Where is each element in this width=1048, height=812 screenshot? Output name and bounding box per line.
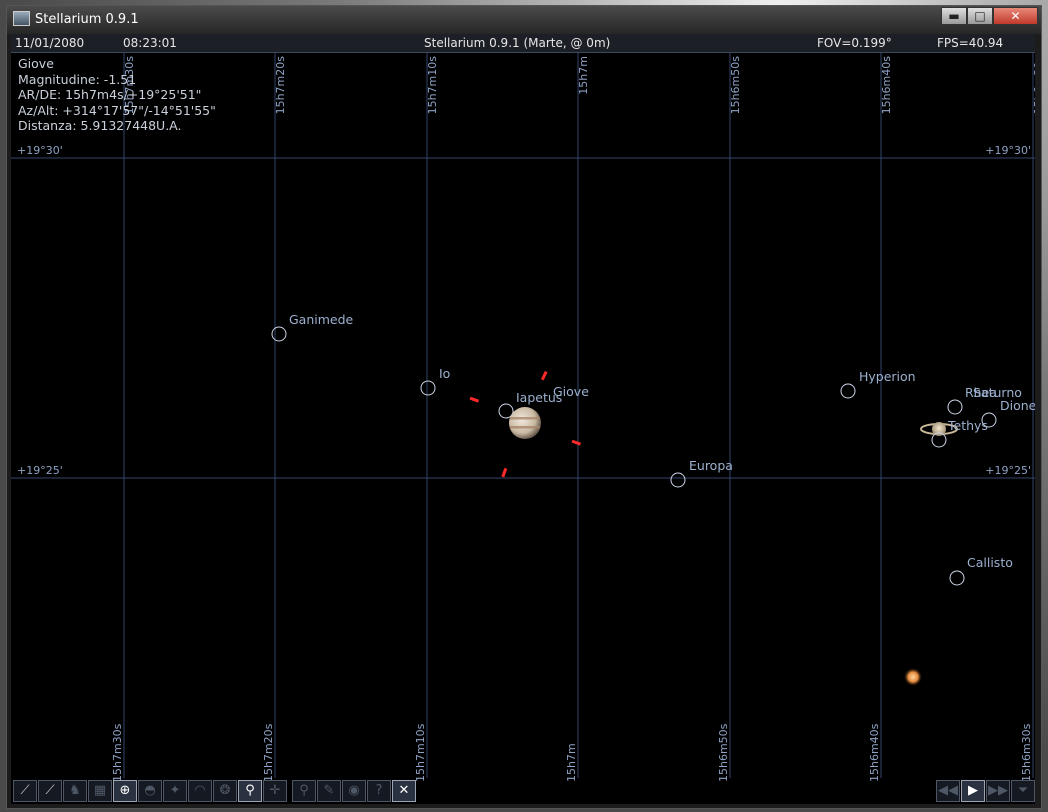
- status-bar: 11/01/2080 08:23:01 Stellarium 0.9.1 (Ma…: [11, 34, 1035, 53]
- object-info-panel: Giove Magnitudine: -1.51 AR/DE: 15h7m4s/…: [18, 56, 216, 134]
- azimuthal-grid-icon[interactable]: ⊕: [113, 780, 137, 802]
- stellarium-window: Stellarium 0.9.1 ▬ □ ✕ 15h7m30s 15h7m30s 1…: [6, 5, 1042, 809]
- hyperion-label: Hyperion: [859, 369, 916, 384]
- giove-label: Giove: [553, 384, 589, 399]
- help-icon[interactable]: ?: [367, 780, 391, 802]
- ra-grid-label: 15h6m40s: [880, 56, 893, 115]
- minimize-button[interactable]: ▬: [941, 7, 967, 25]
- cardinal-points-icon[interactable]: ✦: [163, 780, 187, 802]
- atmosphere-icon[interactable]: ◠: [188, 780, 212, 802]
- title-bar[interactable]: Stellarium 0.9.1 ▬ □ ✕: [7, 6, 1041, 34]
- ganimede-label: Ganimede: [289, 312, 354, 327]
- search-icon[interactable]: ⚲: [292, 780, 316, 802]
- ra-grid-label: 15h6m50s: [717, 723, 730, 782]
- bottom-toolbar: ⟋ ⟋ ♞ ▦ ⊕ ◓ ✦ ◠ ❂ ⚲ ✛ ⚲ ✎ ◉? ✕ ◀◀ ▶ ▶▶ ⏷: [11, 778, 1035, 804]
- constellation-names-icon[interactable]: ⟋: [38, 780, 62, 802]
- configuration-icon[interactable]: ✎: [317, 780, 341, 802]
- dec-grid-label: +19°30': [985, 144, 1031, 157]
- status-location: Stellarium 0.9.1 (Marte, @ 0m): [424, 36, 611, 50]
- constellation-art-icon[interactable]: ♞: [63, 780, 87, 802]
- sky-canvas[interactable]: 15h7m30s15h7m30s15h7m20s15h7m20s15h7m10s…: [11, 34, 1035, 804]
- equatorial-grid-icon[interactable]: ▦: [88, 780, 112, 802]
- hyperion-marker[interactable]: [840, 383, 856, 399]
- object-distance: Distanza: 5.91327448U.A.: [18, 118, 182, 133]
- equatorial-mount-icon[interactable]: ⚲: [238, 780, 262, 802]
- object-magnitude: Magnitudine: -1.51: [18, 71, 137, 87]
- ra-grid-label: 15h7m10s: [426, 56, 439, 115]
- constellation-lines-icon[interactable]: ⟋: [13, 780, 37, 802]
- ra-grid-label: 15h6m50s: [729, 56, 742, 115]
- stellarium-app-icon: [13, 11, 30, 26]
- ra-grid-label: 15h7m20s: [262, 723, 275, 782]
- status-fov: FOV=0.199°: [817, 36, 892, 50]
- europa-marker[interactable]: [670, 472, 686, 488]
- object-ra-dec: AR/DE: 15h7m4s/+19°25'51": [18, 87, 202, 102]
- jupiter-planet[interactable]: [509, 407, 541, 439]
- ground-icon[interactable]: ◓: [138, 780, 162, 802]
- fast-forward-icon[interactable]: ▶▶: [986, 780, 1010, 802]
- nebulae-icon[interactable]: ❂: [213, 780, 237, 802]
- ra-grid-label: 15h7m30s: [111, 723, 124, 782]
- rhea-marker[interactable]: [947, 399, 963, 415]
- ra-grid-label: 15h6m30s: [1020, 723, 1033, 782]
- quit-icon[interactable]: ✕: [392, 780, 416, 802]
- callisto-marker[interactable]: [949, 570, 965, 586]
- ra-grid-label: 15h7m20s: [274, 56, 287, 115]
- rewind-icon[interactable]: ◀◀: [936, 780, 960, 802]
- ra-grid-label: 15h6m30s: [1032, 56, 1035, 115]
- center-selection-icon[interactable]: ✛: [263, 780, 287, 802]
- mars-glow[interactable]: [904, 668, 922, 686]
- status-date: 11/01/2080: [15, 36, 85, 50]
- ra-grid-label: 15h7m: [577, 56, 590, 95]
- dec-grid-label: +19°30': [17, 144, 63, 157]
- status-fps: FPS=40.94: [937, 36, 1004, 50]
- io-label: Io: [439, 366, 450, 381]
- close-button[interactable]: ✕: [993, 7, 1038, 25]
- bodies-layer: Ganimede Io Iapetus Giove Europa Hyperio…: [271, 312, 1035, 686]
- io-marker[interactable]: [420, 380, 436, 396]
- dec-grid-label: +19°25': [985, 464, 1031, 477]
- dec-grid-label: +19°25': [17, 464, 63, 477]
- ra-grid-label: 15h6m40s: [868, 723, 881, 782]
- status-time: 08:23:01: [123, 36, 177, 50]
- dione-label: Dione: [1000, 398, 1035, 413]
- ra-grid-label: 15h7m10s: [414, 723, 427, 782]
- maximize-button[interactable]: □: [967, 7, 993, 25]
- ra-grid-label: 15h7m: [565, 743, 578, 782]
- night-mode-icon[interactable]: ◉: [342, 780, 366, 802]
- filter-icon[interactable]: ⏷: [1011, 780, 1035, 802]
- object-az-alt: Az/Alt: +314°17'57"/-14°51'55": [18, 102, 216, 118]
- play-icon[interactable]: ▶: [961, 780, 985, 802]
- callisto-label: Callisto: [967, 555, 1013, 570]
- tethys-label: Tethys: [947, 418, 988, 433]
- ganimede-marker[interactable]: [271, 326, 287, 342]
- sky-view[interactable]: 15h7m30s 15h7m30s 15h7m20s 15h7m20s 15h7m10s…: [11, 34, 1035, 804]
- window-title: Stellarium 0.9.1: [35, 12, 139, 27]
- europa-label: Europa: [689, 458, 733, 473]
- object-name: Giove: [18, 56, 54, 71]
